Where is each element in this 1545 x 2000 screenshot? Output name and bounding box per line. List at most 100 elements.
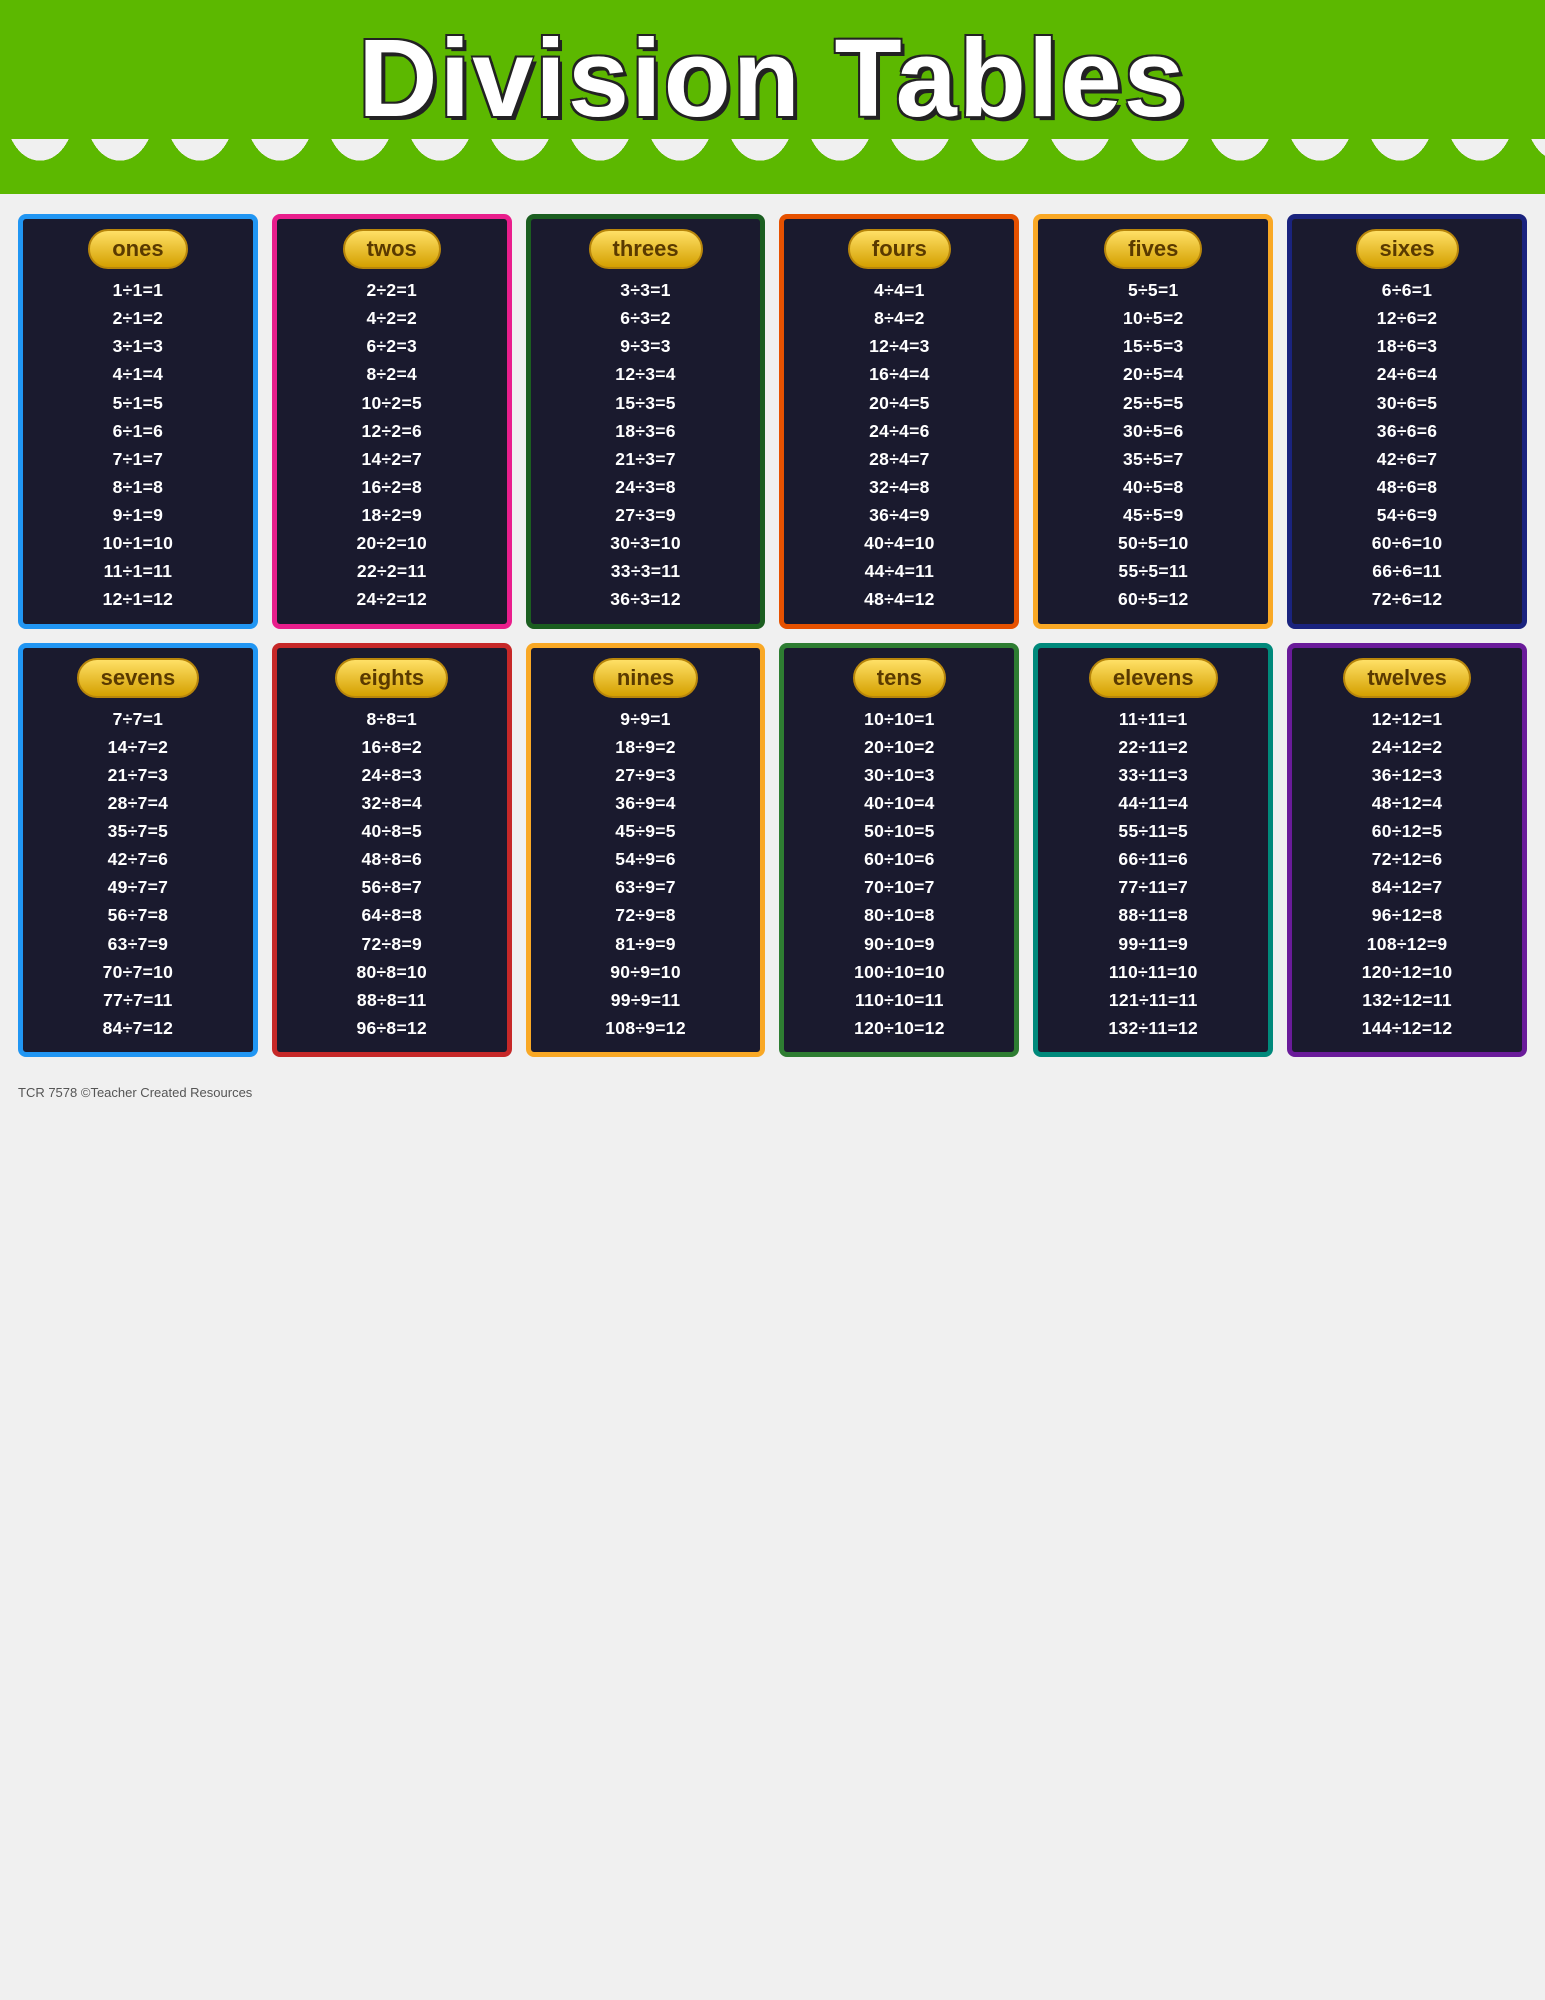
- equation: 10÷2=5: [289, 390, 495, 417]
- equation: 6÷3=2: [543, 305, 749, 332]
- label-twelves: twelves: [1343, 658, 1471, 698]
- equation: 48÷6=8: [1304, 474, 1510, 501]
- equation: 30÷10=3: [796, 762, 1002, 789]
- equation: 44÷4=11: [796, 558, 1002, 585]
- equation: 40÷5=8: [1050, 474, 1256, 501]
- equation: 60÷10=6: [796, 846, 1002, 873]
- equation: 42÷6=7: [1304, 446, 1510, 473]
- equation: 4÷2=2: [289, 305, 495, 332]
- equation: 36÷12=3: [1304, 762, 1510, 789]
- equation: 35÷7=5: [35, 818, 241, 845]
- equation: 90÷10=9: [796, 931, 1002, 958]
- label-tens: tens: [853, 658, 946, 698]
- label-fives: fives: [1104, 229, 1202, 269]
- equation: 4÷4=1: [796, 277, 1002, 304]
- equation: 22÷2=11: [289, 558, 495, 585]
- equation: 21÷7=3: [35, 762, 241, 789]
- equation: 20÷10=2: [796, 734, 1002, 761]
- equation: 60÷5=12: [1050, 586, 1256, 613]
- label-ones: ones: [88, 229, 187, 269]
- scallop-divider: [0, 139, 1545, 194]
- label-threes: threes: [589, 229, 703, 269]
- equation: 15÷3=5: [543, 390, 749, 417]
- equation: 21÷3=7: [543, 446, 749, 473]
- equation: 18÷3=6: [543, 418, 749, 445]
- equations-twelves: 12÷12=124÷12=236÷12=348÷12=460÷12=572÷12…: [1296, 706, 1518, 1049]
- equation: 20÷4=5: [796, 390, 1002, 417]
- label-nines: nines: [593, 658, 698, 698]
- equation: 36÷9=4: [543, 790, 749, 817]
- equation: 6÷1=6: [35, 418, 241, 445]
- equation: 56÷8=7: [289, 874, 495, 901]
- equation: 11÷1=11: [35, 558, 241, 585]
- equations-elevens: 11÷11=122÷11=233÷11=344÷11=455÷11=566÷11…: [1042, 706, 1264, 1049]
- equation: 2÷1=2: [35, 305, 241, 332]
- equation: 24÷6=4: [1304, 361, 1510, 388]
- equation: 80÷8=10: [289, 959, 495, 986]
- equation: 40÷10=4: [796, 790, 1002, 817]
- equation: 70÷10=7: [796, 874, 1002, 901]
- equation: 72÷6=12: [1304, 586, 1510, 613]
- equation: 66÷6=11: [1304, 558, 1510, 585]
- equation: 42÷7=6: [35, 846, 241, 873]
- equation: 88÷11=8: [1050, 902, 1256, 929]
- equation: 7÷7=1: [35, 706, 241, 733]
- equation: 77÷7=11: [35, 987, 241, 1014]
- equation: 44÷11=4: [1050, 790, 1256, 817]
- equation: 16÷8=2: [289, 734, 495, 761]
- equation: 12÷1=12: [35, 586, 241, 613]
- equation: 15÷5=3: [1050, 333, 1256, 360]
- table-card-eights: eights8÷8=116÷8=224÷8=332÷8=440÷8=548÷8=…: [272, 643, 512, 1058]
- equation: 3÷3=1: [543, 277, 749, 304]
- equation: 16÷2=8: [289, 474, 495, 501]
- equation: 121÷11=11: [1050, 987, 1256, 1014]
- equation: 36÷3=12: [543, 586, 749, 613]
- table-card-elevens: elevens11÷11=122÷11=233÷11=344÷11=455÷11…: [1033, 643, 1273, 1058]
- equation: 12÷2=6: [289, 418, 495, 445]
- equation: 108÷12=9: [1304, 931, 1510, 958]
- table-card-tens: tens10÷10=120÷10=230÷10=340÷10=450÷10=56…: [779, 643, 1019, 1058]
- equation: 10÷1=10: [35, 530, 241, 557]
- equation: 108÷9=12: [543, 1015, 749, 1042]
- equation: 7÷1=7: [35, 446, 241, 473]
- equation: 88÷8=11: [289, 987, 495, 1014]
- label-sixes: sixes: [1356, 229, 1459, 269]
- equation: 66÷11=6: [1050, 846, 1256, 873]
- equation: 96÷8=12: [289, 1015, 495, 1042]
- equations-fives: 5÷5=110÷5=215÷5=320÷5=425÷5=530÷5=635÷5=…: [1042, 277, 1264, 620]
- equation: 144÷12=12: [1304, 1015, 1510, 1042]
- equation: 40÷8=5: [289, 818, 495, 845]
- equation: 12÷12=1: [1304, 706, 1510, 733]
- equation: 63÷9=7: [543, 874, 749, 901]
- equation: 5÷1=5: [35, 390, 241, 417]
- equation: 14÷7=2: [35, 734, 241, 761]
- equation: 9÷3=3: [543, 333, 749, 360]
- equations-threes: 3÷3=16÷3=29÷3=312÷3=415÷3=518÷3=621÷3=72…: [535, 277, 757, 620]
- equation: 30÷6=5: [1304, 390, 1510, 417]
- equation: 2÷2=1: [289, 277, 495, 304]
- table-card-twelves: twelves 12÷12=124÷12=236÷12=348÷12=460÷12…: [1287, 643, 1527, 1058]
- equation: 80÷10=8: [796, 902, 1002, 929]
- equation: 28÷7=4: [35, 790, 241, 817]
- equation: 99÷11=9: [1050, 931, 1256, 958]
- equation: 35÷5=7: [1050, 446, 1256, 473]
- equations-sixes: 6÷6=112÷6=218÷6=324÷6=430÷6=536÷6=642÷6=…: [1296, 277, 1518, 620]
- page-title: Division Tables: [20, 18, 1525, 139]
- equation: 24÷4=6: [796, 418, 1002, 445]
- tables-grid: ones 1÷1=12÷1=23÷1=34÷1=45÷1=56÷1=67÷1=78…: [18, 214, 1527, 1057]
- equation: 27÷9=3: [543, 762, 749, 789]
- equation: 20÷5=4: [1050, 361, 1256, 388]
- equation: 8÷1=8: [35, 474, 241, 501]
- equation: 32÷8=4: [289, 790, 495, 817]
- equation: 22÷11=2: [1050, 734, 1256, 761]
- equation: 48÷4=12: [796, 586, 1002, 613]
- table-card-fours: fours4÷4=18÷4=212÷4=316÷4=420÷4=524÷4=62…: [779, 214, 1019, 629]
- equation: 96÷12=8: [1304, 902, 1510, 929]
- equations-ones: 1÷1=12÷1=23÷1=34÷1=45÷1=56÷1=67÷1=78÷1=8…: [27, 277, 249, 620]
- equation: 45÷9=5: [543, 818, 749, 845]
- equation: 72÷9=8: [543, 902, 749, 929]
- equation: 32÷4=8: [796, 474, 1002, 501]
- equation: 120÷12=10: [1304, 959, 1510, 986]
- equation: 18÷9=2: [543, 734, 749, 761]
- equation: 8÷2=4: [289, 361, 495, 388]
